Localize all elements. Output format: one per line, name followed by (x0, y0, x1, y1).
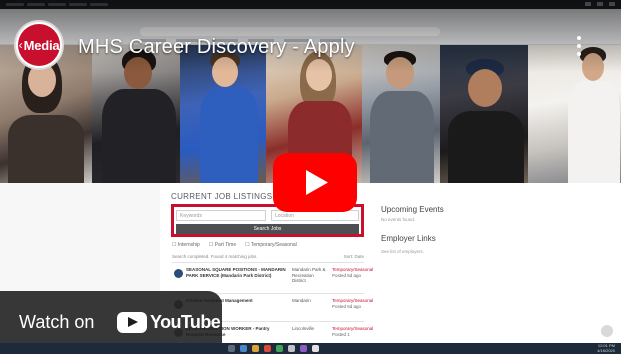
sort-select[interactable]: Sort: Date (344, 254, 364, 259)
taskbar-icons (228, 345, 319, 352)
watch-on-label: Watch on (19, 312, 95, 332)
play-icon[interactable] (273, 153, 357, 212)
job-type-label: Temporary/Seasonal (332, 267, 374, 272)
taskbar-app-icon[interactable] (252, 345, 259, 352)
job-type-label: Temporary/Seasonal (332, 326, 374, 331)
channel-logo[interactable]: ‹ Media (14, 20, 64, 70)
job-location: Lincolnville (292, 326, 315, 331)
taskbar-app-icon[interactable] (288, 345, 295, 352)
taskbar-app-icon[interactable] (276, 345, 283, 352)
taskbar-app-icon[interactable] (228, 345, 235, 352)
taskbar-app-icon[interactable] (240, 345, 247, 352)
job-type: Temporary/Seasonal Posted 6d ago (332, 298, 374, 309)
filter-temporary[interactable]: Temporary/Seasonal (245, 242, 297, 248)
section-title: CURRENT JOB LISTINGS (171, 192, 273, 201)
employer-links-text[interactable]: See list of employers. (381, 249, 424, 254)
filter-internship[interactable]: Internship (172, 242, 200, 248)
clock-date: 4/16/2020 (597, 347, 615, 353)
job-posted: Posted 1 (332, 331, 350, 337)
results-text: Search completed. Found 4 matching jobs. (172, 254, 258, 259)
chat-icon[interactable] (601, 325, 613, 337)
job-location: Mandarin (292, 298, 311, 303)
results-summary: Search completed. Found 4 matching jobs.… (172, 254, 364, 260)
filter-part-time[interactable]: Part Time (209, 242, 236, 248)
job-posted: Posted 5d ago (332, 272, 362, 278)
youtube-wordmark: YouTube (150, 311, 221, 332)
search-jobs-button[interactable]: Search Jobs (176, 224, 359, 234)
job-type: Temporary/Seasonal Posted 1 (332, 326, 374, 337)
job-type-filters: Internship Part Time Temporary/Seasonal (172, 242, 297, 248)
job-posted: Posted 6d ago (332, 303, 362, 309)
taskbar-app-icon[interactable] (264, 345, 271, 352)
job-type: Temporary/Seasonal Posted 5d ago (332, 267, 374, 278)
employer-logo (174, 269, 183, 278)
taskbar-app-icon[interactable] (312, 345, 319, 352)
youtube-logo-icon: YouTube (117, 311, 221, 333)
keyword-input[interactable]: Keywords (176, 210, 266, 221)
channel-logo-text: Media (23, 37, 60, 53)
channel-logo-badge: ‹ Media (18, 24, 60, 66)
job-title[interactable]: SEASONAL SQUARE POSITIONS - MANDARIN PAR… (186, 267, 286, 278)
job-listing-row[interactable]: SEASONAL SQUARE POSITIONS - MANDARIN PAR… (172, 262, 374, 286)
job-type-label: Temporary/Seasonal (332, 298, 374, 303)
upcoming-events-text: No events found. (381, 217, 416, 222)
youtube-mark-icon (117, 311, 147, 333)
taskbar-clock[interactable]: 12:01 PM 4/16/2020 (597, 343, 615, 353)
more-vert-icon[interactable] (576, 36, 582, 56)
upcoming-events-title: Upcoming Events (381, 205, 444, 214)
job-location: Mandarin Park & Recreation District (292, 267, 326, 283)
os-taskbar: 12:01 PM 4/16/2020 (0, 343, 621, 354)
chevron-left-icon: ‹ (18, 38, 23, 52)
video-player[interactable]: ‹ Media MHS Career Discovery - Apply CUR… (0, 0, 621, 354)
video-title[interactable]: MHS Career Discovery - Apply (78, 36, 355, 59)
taskbar-app-icon[interactable] (300, 345, 307, 352)
employer-links-title: Employer Links (381, 234, 436, 243)
